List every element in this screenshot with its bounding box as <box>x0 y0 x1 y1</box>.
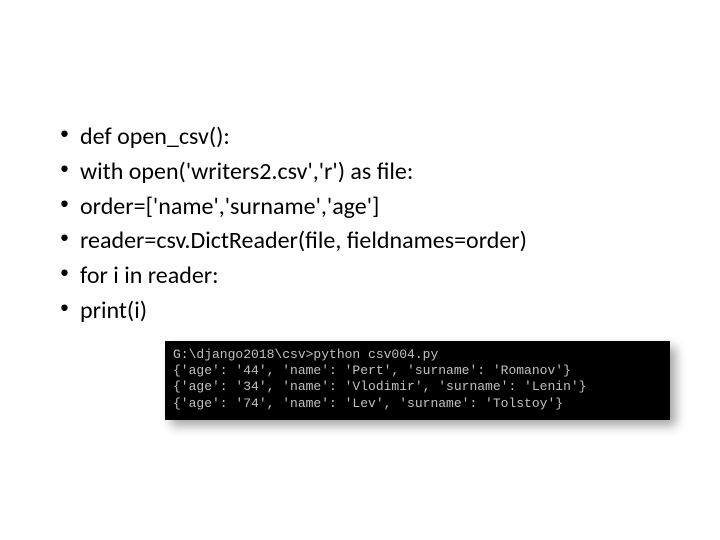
terminal-line: {'age': '44', 'name': 'Pert', 'surname':… <box>173 363 662 379</box>
terminal-output: G:\django2018\csv>python csv004.py {'age… <box>165 341 670 420</box>
code-line: with open('writers2.csv','r') as file: <box>60 155 660 190</box>
terminal-line: {'age': '34', 'name': 'Vlodimir', 'surna… <box>173 379 662 395</box>
code-line: for i in reader: <box>60 259 660 294</box>
slide-content: def open_csv(): with open('writers2.csv'… <box>0 0 720 420</box>
code-line: def open_csv(): <box>60 120 660 155</box>
code-line: reader=csv.DictReader(file, fieldnames=o… <box>60 224 660 259</box>
code-list: def open_csv(): with open('writers2.csv'… <box>60 120 660 329</box>
terminal-line: {'age': '74', 'name': 'Lev', 'surname': … <box>173 396 662 412</box>
code-line: order=['name','surname','age'] <box>60 190 660 225</box>
terminal-prompt-line: G:\django2018\csv>python csv004.py <box>173 347 662 363</box>
code-line: print(i) <box>60 294 660 329</box>
